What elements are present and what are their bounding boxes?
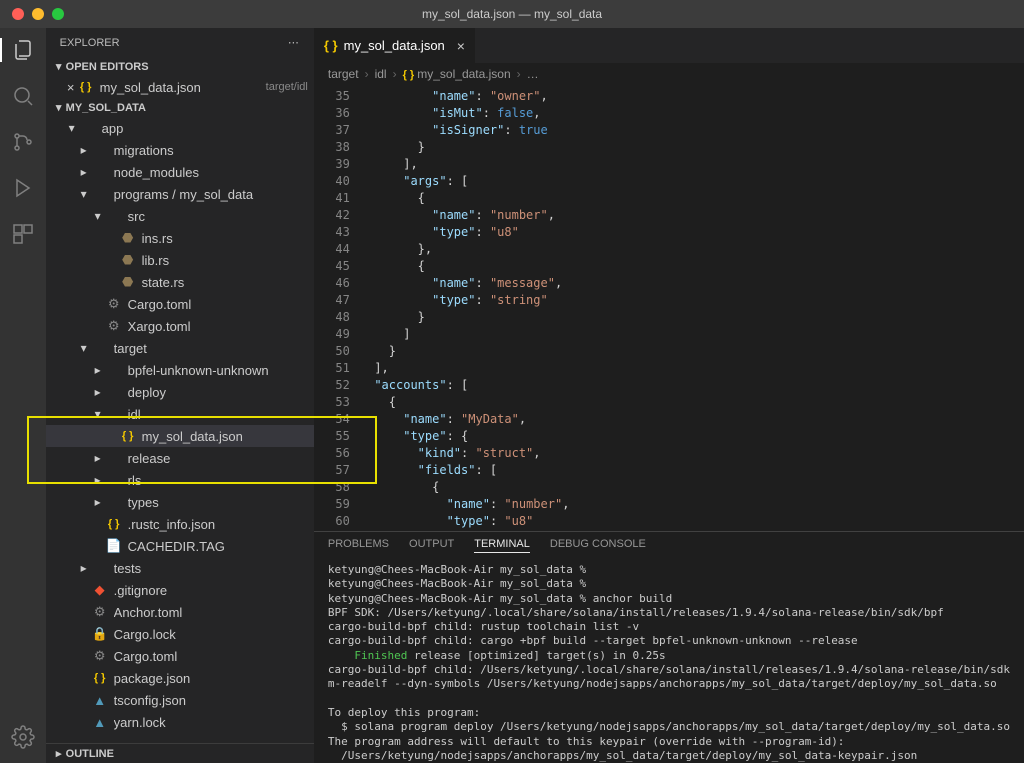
settings-gear-icon[interactable] (11, 725, 35, 749)
tree-item[interactable]: ⚙Anchor.toml (46, 601, 314, 623)
activity-bar (0, 28, 46, 763)
panel-tab[interactable]: DEBUG CONSOLE (550, 538, 646, 553)
panel-tab[interactable]: TERMINAL (474, 538, 530, 553)
source-control-icon[interactable] (11, 130, 35, 154)
tree-item[interactable]: ▾app (46, 117, 314, 139)
close-icon[interactable]: × (64, 80, 78, 95)
extensions-icon[interactable] (11, 222, 35, 246)
code-body[interactable]: "name": "owner", "isMut": false, "isSign… (360, 85, 1024, 531)
run-debug-icon[interactable] (11, 176, 35, 200)
line-numbers: 3536373839404142434445464748495051525354… (314, 85, 360, 531)
breadcrumb-item[interactable]: { } my_sol_data.json (403, 67, 511, 81)
code-editor[interactable]: 3536373839404142434445464748495051525354… (314, 85, 1024, 531)
outline-section[interactable]: ▸OUTLINE (46, 743, 314, 763)
tree-item[interactable]: ▸node_modules (46, 161, 314, 183)
tree-item[interactable]: ▾programs / my_sol_data (46, 183, 314, 205)
tree-item[interactable]: { }my_sol_data.json (46, 425, 314, 447)
titlebar: my_sol_data.json — my_sol_data (0, 0, 1024, 28)
tree-item[interactable]: ▲yarn.lock (46, 711, 314, 733)
tree-item[interactable]: ▸deploy (46, 381, 314, 403)
tree-item[interactable]: ▾idl (46, 403, 314, 425)
tree-item[interactable]: ▾target (46, 337, 314, 359)
breadcrumb-item[interactable]: target (328, 67, 359, 81)
tree-item[interactable]: ▸types (46, 491, 314, 513)
explorer-title: EXPLORER (60, 37, 120, 49)
tree-item[interactable]: { }package.json (46, 667, 314, 689)
file-tree: ▾app▸migrations▸node_modules▾programs / … (46, 117, 314, 743)
tree-item[interactable]: ▸release (46, 447, 314, 469)
tree-item[interactable]: ⬣ins.rs (46, 227, 314, 249)
breadcrumb-item[interactable]: … (527, 67, 539, 81)
editor-tabs: { } my_sol_data.json × (314, 28, 1024, 63)
tree-item[interactable]: ▸bpfel-unknown-unknown (46, 359, 314, 381)
tree-item[interactable]: ⚙Xargo.toml (46, 315, 314, 337)
sidebar: EXPLORER ⋯ ▾OPEN EDITORS × { } my_sol_da… (46, 28, 314, 763)
json-icon: { } (324, 38, 338, 53)
explorer-icon[interactable] (11, 38, 35, 62)
tree-item[interactable]: ⬣lib.rs (46, 249, 314, 271)
open-editors-section[interactable]: ▾OPEN EDITORS (46, 57, 314, 76)
project-section[interactable]: ▾MY_SOL_DATA (46, 98, 314, 117)
panel-tab[interactable]: OUTPUT (409, 538, 454, 553)
panel-tab[interactable]: PROBLEMS (328, 538, 389, 553)
search-icon[interactable] (11, 84, 35, 108)
tree-item[interactable]: ▸rls (46, 469, 314, 491)
tab-close-icon[interactable]: × (457, 38, 465, 54)
tree-item[interactable]: { }.rustc_info.json (46, 513, 314, 535)
terminal[interactable]: ketyung@Chees-MacBook-Air my_sol_data % … (314, 559, 1024, 763)
open-editor-item[interactable]: × { } my_sol_data.json target/idl (46, 76, 314, 98)
breadcrumb[interactable]: target›idl›{ } my_sol_data.json›… (314, 63, 1024, 85)
tree-item[interactable]: ⚙Cargo.toml (46, 293, 314, 315)
tree-item[interactable]: ◆.gitignore (46, 579, 314, 601)
tree-item[interactable]: ▾src (46, 205, 314, 227)
tree-item[interactable]: ▸tests (46, 557, 314, 579)
tree-item[interactable]: 🔒Cargo.lock (46, 623, 314, 645)
tree-item[interactable]: ▲tsconfig.json (46, 689, 314, 711)
sidebar-more-icon[interactable]: ⋯ (288, 36, 300, 49)
tree-item[interactable]: 📄CACHEDIR.TAG (46, 535, 314, 557)
tab-my-sol-data[interactable]: { } my_sol_data.json × (314, 28, 476, 63)
bottom-panel: PROBLEMS OUTPUT TERMINAL DEBUG CONSOLE kety… (314, 531, 1024, 763)
panel-tabs: PROBLEMS OUTPUT TERMINAL DEBUG CONSOLE (314, 532, 1024, 559)
breadcrumb-item[interactable]: idl (375, 67, 387, 81)
tree-item[interactable]: ⬣state.rs (46, 271, 314, 293)
window-title: my_sol_data.json — my_sol_data (0, 7, 1024, 21)
tree-item[interactable]: ⚙Cargo.toml (46, 645, 314, 667)
tree-item[interactable]: ▸migrations (46, 139, 314, 161)
